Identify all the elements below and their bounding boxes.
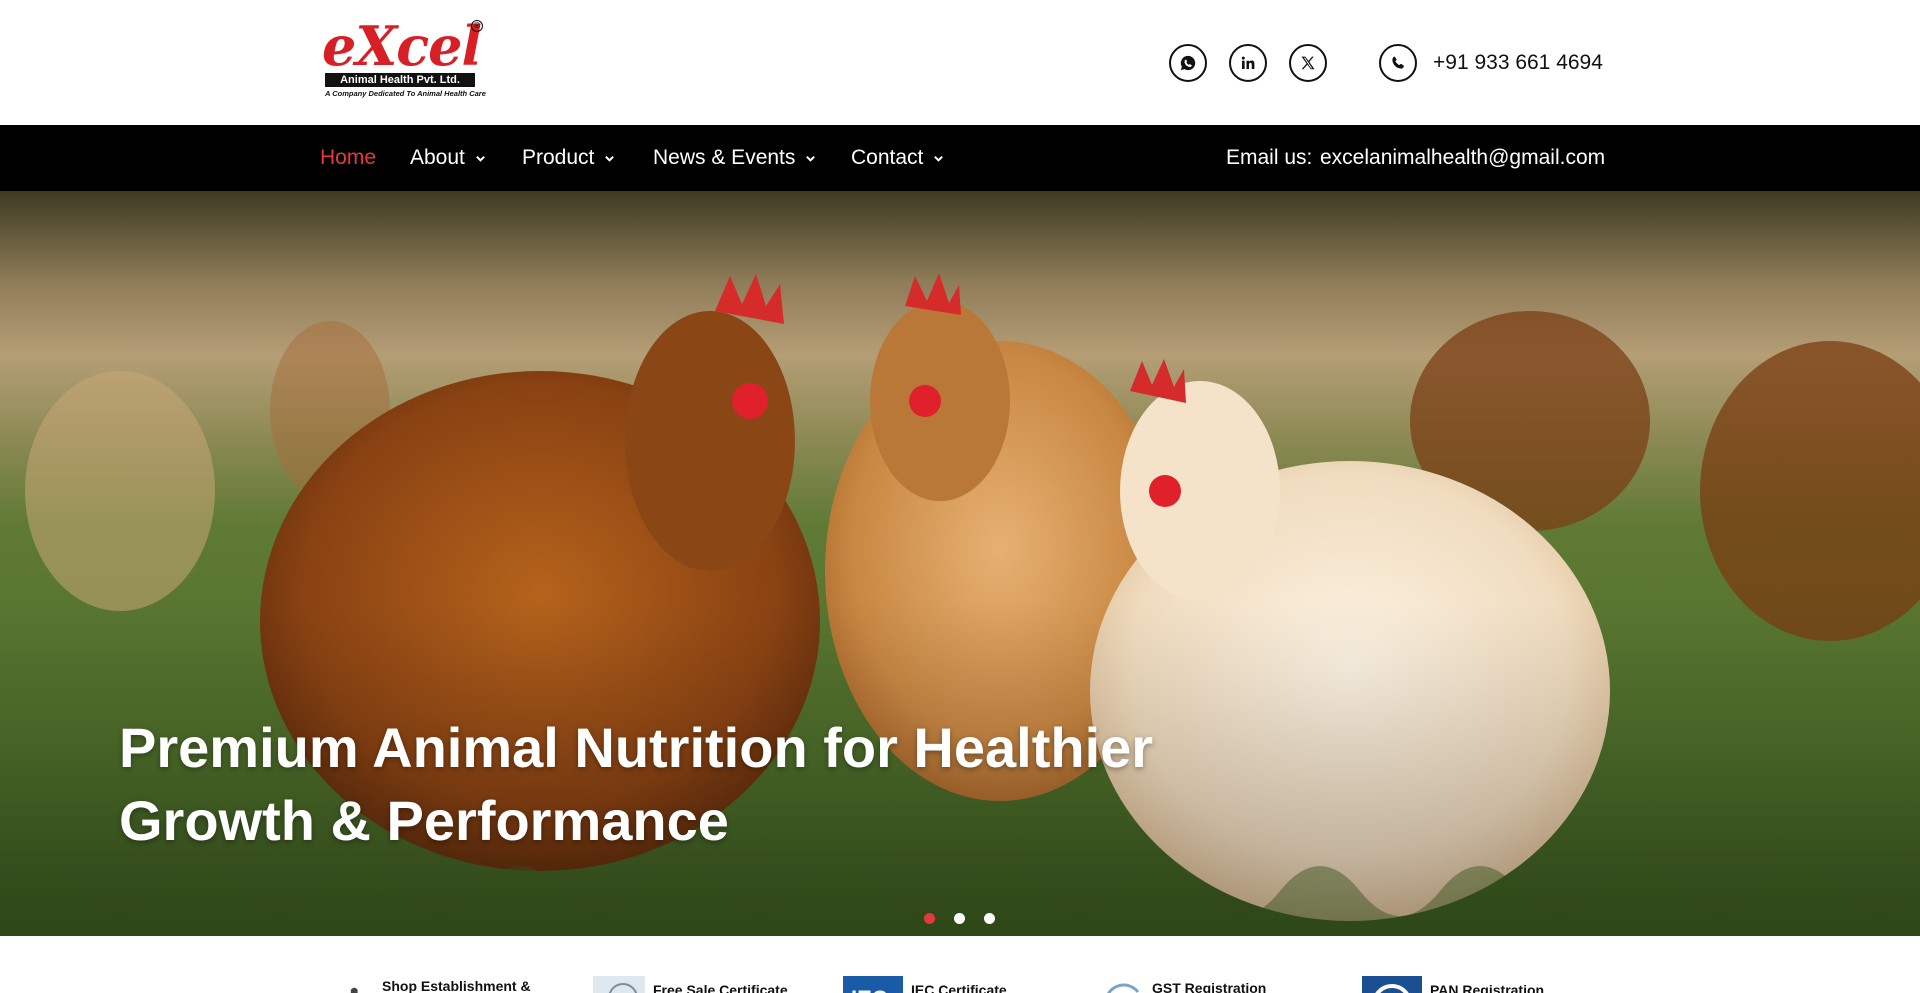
- nav-item-about[interactable]: About: [410, 125, 486, 191]
- logo-registered-mark: ®: [471, 20, 483, 32]
- certificate-label: Shop Establishment &: [382, 978, 531, 993]
- phone-icon-button[interactable]: [1379, 44, 1417, 82]
- slider-dot-1[interactable]: [924, 913, 935, 924]
- iec-logo-icon: IEC: [843, 976, 903, 993]
- certificate-gst[interactable]: GST Registration: [1100, 976, 1266, 993]
- slider-dot-2[interactable]: [954, 913, 965, 924]
- phone-icon: [1392, 56, 1404, 69]
- emblem-icon: [350, 987, 358, 993]
- pan-logo-icon: [1362, 976, 1422, 993]
- gst-logo-icon: [1107, 983, 1140, 993]
- svg-text:IEC: IEC: [851, 986, 888, 993]
- nav-item-label: Product: [522, 146, 595, 169]
- certificate-free-sale[interactable]: Free Sale Certificate: [585, 976, 788, 993]
- whatsapp-icon: [1180, 55, 1196, 71]
- certificate-label: Free Sale Certificate: [653, 982, 788, 993]
- main-navigation: Home About Product News & Events Contact…: [0, 125, 1920, 191]
- logo-company-name: Animal Health Pvt. Ltd.: [325, 73, 475, 87]
- hero-heading-line-2: Growth & Performance: [119, 789, 729, 852]
- linkedin-icon: [1241, 56, 1255, 69]
- certificate-label: PAN Registration: [1430, 982, 1545, 993]
- phone-number[interactable]: +91 933 661 4694: [1433, 51, 1603, 75]
- nav-item-label: News & Events: [653, 146, 796, 169]
- nav-item-home[interactable]: Home: [320, 125, 376, 191]
- certificate-pan[interactable]: PAN Registration: [1362, 976, 1544, 993]
- chevron-down-icon: [806, 155, 816, 162]
- company-logo[interactable]: eXcel ® Animal Health Pvt. Ltd. A Compan…: [322, 18, 487, 102]
- hero-heading-line-1: Premium Animal Nutrition for Healthier: [119, 716, 1154, 779]
- logo-tagline: A Company Dedicated To Animal Health Car…: [325, 89, 486, 98]
- nav-item-label: Home: [320, 146, 377, 169]
- email-link[interactable]: excelanimalhealth@gmail.com: [1320, 125, 1605, 191]
- linkedin-link[interactable]: [1229, 44, 1267, 82]
- nav-item-label: Contact: [851, 146, 924, 169]
- nav-item-product[interactable]: Product: [522, 125, 615, 191]
- hero-heading: Premium Animal Nutrition for Healthier G…: [119, 711, 1269, 857]
- hero-slider: Premium Animal Nutrition for Healthier G…: [0, 191, 1920, 936]
- certificate-seal-icon: [593, 976, 645, 993]
- certificate-label: GST Registration: [1152, 980, 1267, 993]
- chevron-down-icon: [605, 155, 615, 162]
- chevron-down-icon: [476, 155, 485, 162]
- nav-item-contact[interactable]: Contact: [851, 125, 944, 191]
- site-header: eXcel ® Animal Health Pvt. Ltd. A Compan…: [0, 0, 1920, 125]
- whatsapp-link[interactable]: [1169, 44, 1207, 82]
- certificates-strip: Shop Establishment & Free Sale Certifica…: [0, 936, 1920, 993]
- nav-item-label: About: [410, 146, 465, 169]
- email-label: Email us:: [1226, 146, 1313, 169]
- certificate-label: IEC Certificate: [911, 982, 1007, 993]
- logo-wordmark: eXcel: [322, 14, 482, 78]
- x-twitter-link[interactable]: [1289, 44, 1327, 82]
- x-icon: [1301, 56, 1315, 70]
- chevron-down-icon: [934, 155, 944, 162]
- slider-dot-3[interactable]: [984, 913, 995, 924]
- nav-item-news-events[interactable]: News & Events: [653, 125, 816, 191]
- certificate-shop-establishment[interactable]: Shop Establishment &: [344, 978, 531, 993]
- certificate-iec[interactable]: IEC IEC Certificate: [843, 976, 1007, 993]
